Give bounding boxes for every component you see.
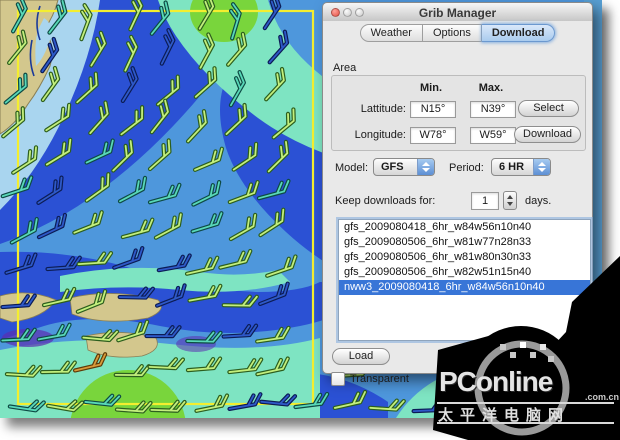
popup-stepper-icon [533,159,550,175]
file-list-item[interactable]: gfs_2009080506_6hr_w81w80n30n33 [339,250,590,265]
watermark-divider [437,422,614,424]
file-list[interactable]: gfs_2009080418_6hr_w84w56n10n40 gfs_20090… [338,219,591,341]
min-column-header: Min. [420,82,442,94]
latitude-max-field[interactable]: N39° [470,101,516,118]
area-group-label: Area [333,62,357,74]
longitude-min-field[interactable]: W78° [410,127,456,144]
period-label: Period: [449,162,484,174]
select-button[interactable]: Select [518,100,579,117]
load-button[interactable]: Load [332,348,390,365]
keep-downloads-suffix: days. [525,195,552,207]
dialog-titlebar[interactable]: Grib Manager [322,2,593,21]
max-column-header: Max. [478,82,504,94]
latitude-min-field[interactable]: N15° [410,101,456,118]
tab-options[interactable]: Options [422,24,482,42]
keep-downloads-stepper[interactable] [503,191,517,210]
transparent-option[interactable]: Transparent [331,372,409,386]
tab-weather[interactable]: Weather [359,24,423,42]
keep-downloads-field[interactable]: 1 [471,192,499,210]
longitude-max-field[interactable]: W59° [470,127,516,144]
file-list-item[interactable]: gfs_2009080418_6hr_w84w56n10n40 [339,220,590,235]
area-group-box: Min. Max. Lattitude: N15° N39° Longitude… [331,75,586,151]
dialog-body: Weather Options Download Area Min. Max. … [322,21,593,386]
transparent-checkbox[interactable] [331,372,345,386]
transparent-label: Transparent [350,373,409,385]
period-popup[interactable]: 6 HR [491,158,551,176]
screenshot-stage: Grib Manager Weather Options Download Ar… [0,0,620,440]
download-button[interactable]: Download [514,126,581,143]
model-popup[interactable]: GFS [373,158,435,176]
grib-manager-dialog: Grib Manager Weather Options Download Ar… [322,2,593,386]
tab-download[interactable]: Download [481,24,556,42]
latitude-label: Lattitude: [360,103,406,115]
file-list-item[interactable]: nww3_2009080418_6hr_w84w56n10n40 [339,280,590,295]
file-list-item[interactable]: gfs_2009080506_6hr_w82w51n15n40 [339,265,590,280]
tab-bar: Weather Options Download [323,24,592,42]
model-label: Model: [335,162,369,174]
file-list-item[interactable]: gfs_2009080506_6hr_w81w77n28n33 [339,235,590,250]
model-popup-value: GFS [381,161,404,173]
window-title: Grib Manager [418,6,497,20]
period-popup-value: 6 HR [499,161,525,173]
longitude-label: Longitude: [354,129,406,141]
close-button[interactable]: Close [523,348,583,365]
keep-downloads-label: Keep downloads for: [335,195,436,207]
popup-stepper-icon [417,159,434,175]
